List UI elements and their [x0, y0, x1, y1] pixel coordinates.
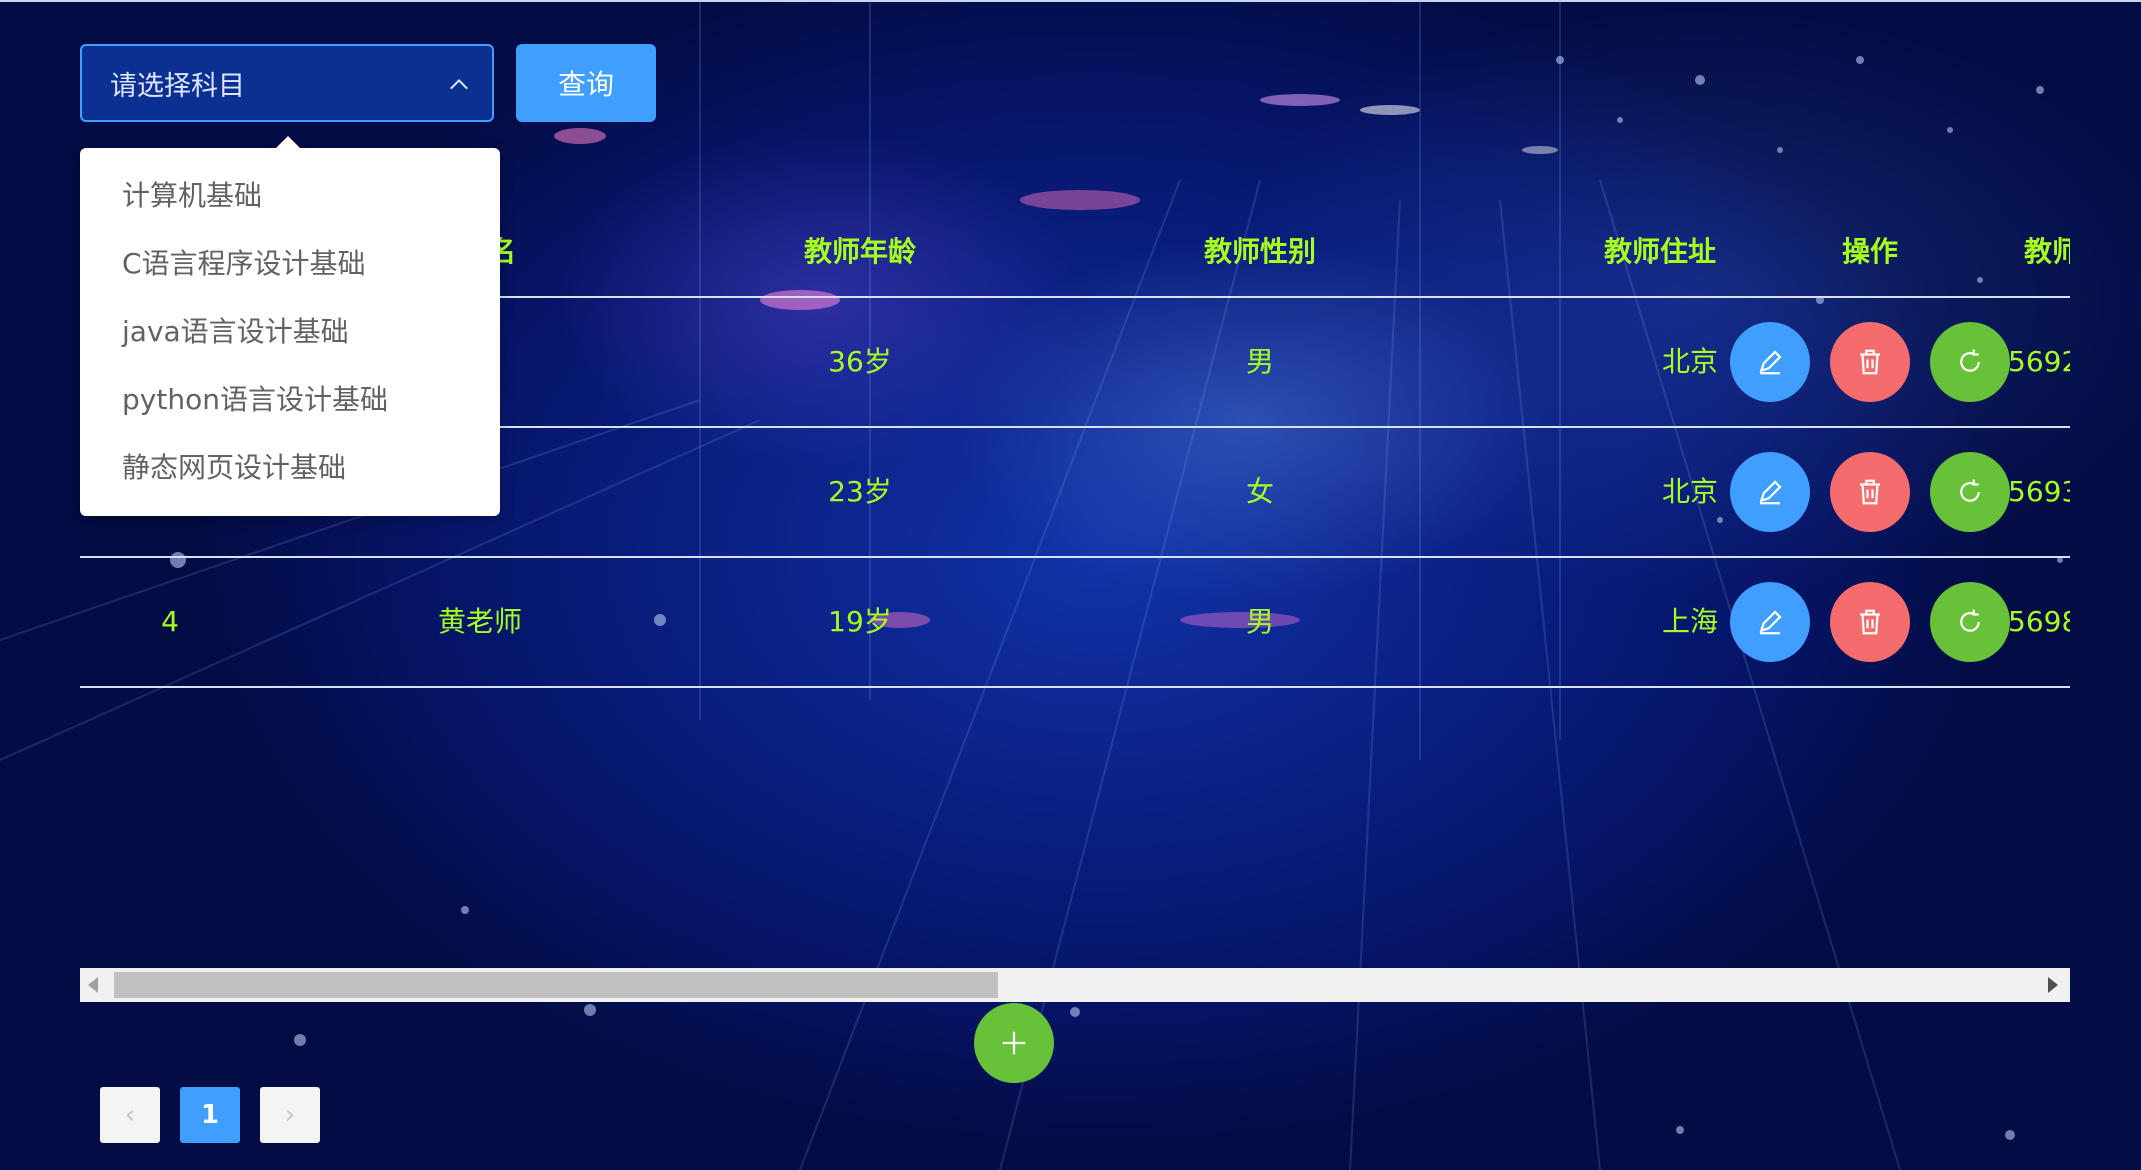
cell-address: 上海 [1661, 605, 1718, 638]
dropdown-option[interactable]: java语言设计基础 [80, 298, 500, 366]
delete-icon [1860, 349, 1880, 375]
refresh-button[interactable] [1930, 582, 2010, 662]
cell-phone: 5698 [2008, 605, 2070, 638]
delete-button[interactable] [1830, 452, 1910, 532]
query-button[interactable]: 查询 [516, 44, 656, 122]
subject-dropdown: 计算机基础 C语言程序设计基础 java语言设计基础 python语言设计基础 … [80, 136, 500, 516]
edit-icon [1759, 350, 1782, 375]
next-page-button[interactable]: › [260, 1087, 320, 1143]
delete-icon [1860, 609, 1880, 635]
refresh-icon [1960, 609, 1980, 632]
header-age: 教师年龄 [803, 235, 916, 268]
scroll-left-arrow-icon[interactable] [88, 977, 98, 993]
cell-gender: 男 [1245, 345, 1274, 378]
prev-page-button[interactable]: ‹ [100, 1087, 160, 1143]
dropdown-caret [276, 136, 300, 148]
scroll-right-arrow-icon[interactable] [2048, 977, 2058, 993]
cell-age: 23岁 [828, 475, 892, 508]
delete-button[interactable] [1830, 322, 1910, 402]
scrollbar-thumb[interactable] [114, 972, 998, 998]
header-gender: 教师性别 [1203, 235, 1316, 268]
header-actions: 操作 [1841, 235, 1898, 268]
delete-button[interactable] [1830, 582, 1910, 662]
edit-button[interactable] [1730, 452, 1810, 532]
edit-button[interactable] [1730, 582, 1810, 662]
add-teacher-button[interactable] [974, 1003, 1054, 1083]
cell-age: 36岁 [828, 345, 892, 378]
edit-icon [1759, 610, 1782, 635]
dropdown-option[interactable]: C语言程序设计基础 [80, 230, 500, 298]
table-row: 4 黄老师 19岁 男 上海 5698 [80, 558, 2070, 688]
dropdown-option[interactable]: python语言设计基础 [80, 366, 500, 434]
refresh-icon [1960, 479, 1980, 502]
cell-name: 黄老师 [438, 605, 523, 638]
cell-age: 19岁 [828, 605, 892, 638]
header-address: 教师住址 [1603, 235, 1716, 268]
cell-phone: 5692 [2008, 345, 2070, 378]
cell-address: 北京 [1661, 345, 1718, 378]
cell-id: 4 [161, 605, 179, 638]
horizontal-scrollbar[interactable] [80, 968, 2070, 1002]
dropdown-option[interactable]: 静态网页设计基础 [80, 434, 500, 502]
dropdown-option[interactable]: 计算机基础 [80, 162, 500, 230]
refresh-button[interactable] [1930, 322, 2010, 402]
subject-select[interactable]: 请选择科目 [80, 44, 494, 122]
chevron-up-icon [450, 78, 468, 90]
cell-address: 北京 [1661, 475, 1718, 508]
cell-gender: 女 [1245, 475, 1274, 508]
delete-icon [1860, 479, 1880, 505]
refresh-icon [1960, 349, 1980, 372]
top-border [0, 0, 2141, 2]
edit-button[interactable] [1730, 322, 1810, 402]
header-phone: 教师 [2024, 235, 2070, 268]
plus-icon [1002, 1031, 1026, 1055]
refresh-button[interactable] [1930, 452, 2010, 532]
select-placeholder: 请选择科目 [110, 70, 245, 102]
cell-phone: 5693 [2008, 475, 2070, 508]
cell-gender: 男 [1245, 605, 1274, 638]
page-number-1[interactable]: 1 [180, 1087, 240, 1143]
edit-icon [1759, 480, 1782, 505]
